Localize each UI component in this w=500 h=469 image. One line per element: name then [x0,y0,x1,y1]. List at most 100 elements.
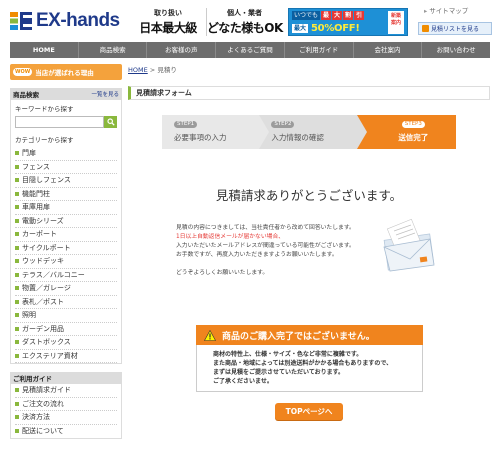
notice-body: 商材の特性上、仕様・サイズ・色など非常に複雑です。 また商品・地域によっては別途… [196,345,423,392]
bullet-icon [15,232,19,237]
discount-banner[interactable]: いつでも 最 大 割 引 最大 50%OFF! 新築 案内 [288,8,408,36]
reason-banner[interactable]: WOW 当店が選ばれる理由 [10,64,122,80]
envelope-illustration-icon [383,218,435,272]
category-item[interactable]: ウッドデッキ [15,255,117,269]
category-label-text: フェンス [22,162,50,171]
estimate-list-button[interactable]: 見積リストを見る [418,22,492,35]
tagline-2-small: 個人・業者 [227,9,262,17]
keyword-input[interactable] [15,116,104,128]
category-label-text: 照明 [22,311,36,320]
category-item[interactable]: サイクルポート [15,242,117,255]
bullet-icon [15,326,19,331]
nav-customer-voice[interactable]: お客様の声 [147,42,217,58]
thanks-heading: 見積請求ありがとうございます。 [215,188,403,203]
step-3-label: 送信完了 [398,133,429,142]
category-list: 門扉 フェンス 目隠しフェンス 機能門柱 車庫用扉 電動シリーズ カーポート サ… [15,147,117,363]
category-label-text: 物置／ガレージ [22,284,71,293]
category-item[interactable]: 目隠しフェンス [15,174,117,188]
sitemap-label: サイトマップ [429,7,469,15]
category-item[interactable]: 物置／ガレージ [15,282,117,296]
banner-char: 最 [321,11,332,20]
warning-icon [204,329,216,341]
notice-box: 商品のご購入完了ではございません。 商材の特性上、仕様・サイズ・色など非常に複雑… [196,325,423,392]
logo-mark-icon [10,12,32,30]
site-header: EX-hands 取り扱い 日本最大級 個人・業者 どなた様もOK いつでも 最… [0,0,500,42]
bullet-icon [15,353,19,358]
search-icon [106,118,115,126]
nav-contact[interactable]: お問い合わせ [422,42,490,58]
message-line: どうぞよろしくお願いいたします。 [176,270,269,277]
global-nav: HOME 商品検索 お客様の声 よくあるご質問 ご利用ガイド 会社案内 お問い合… [10,42,490,58]
nav-faq[interactable]: よくあるご質問 [216,42,285,58]
step-2-label: 入力情報の確認 [271,133,324,142]
category-label: カテゴリーから探す [15,136,74,144]
search-button[interactable] [104,116,117,128]
step-1: STEP1 必要事項の入力 [162,115,270,149]
banner-max: 最大 [292,24,309,33]
nav-company[interactable]: 会社案内 [354,42,423,58]
category-label-text: 電動シリーズ [22,216,64,225]
bullet-icon [15,191,19,196]
guide-item[interactable]: 決済方法 [15,411,117,425]
notice-line: まずは見積をご提示させていただいております。 [213,369,345,376]
guide-list: 見積請求ガイド ご注文の流れ 決済方法 配送について [15,384,117,438]
banner-char: 引 [354,11,365,20]
banner-char: 割 [343,11,354,20]
guide-item[interactable]: 見積請求ガイド [15,384,117,398]
banner-coupon: 新築 案内 [388,11,404,34]
category-item[interactable]: 車庫用扉 [15,201,117,215]
breadcrumb-home[interactable]: HOME [128,66,148,74]
category-label-text: 門扉 [22,149,36,158]
category-item[interactable]: テラス／バルコニー [15,269,117,282]
wow-badge: WOW [13,68,33,76]
bullet-icon [15,164,19,169]
top-page-button[interactable]: TOPページへ [275,403,343,420]
nav-product-search[interactable]: 商品検索 [79,42,148,58]
reason-text: 当店が選ばれる理由 [35,69,94,77]
category-item[interactable]: エクステリア資材 [15,350,117,363]
notice-line: また商品・地域によっては別途送料がかかる場合もありますので、 [213,360,393,367]
category-item[interactable]: フェンス [15,161,117,174]
message-line: 入力いただいたメールアドレスが間違っている可能性がございます。 [176,243,355,250]
guide-label: 見積請求ガイド [22,386,71,395]
category-label-text: ウッドデッキ [22,257,64,266]
notice-title: 商品のご購入完了ではございません。 [222,331,375,342]
nav-home[interactable]: HOME [10,42,79,58]
breadcrumb: HOME > 見積り [128,64,490,74]
product-search-title: 商品検索 [13,91,39,99]
breadcrumb-separator: > [147,66,158,74]
view-all-link[interactable]: 一覧を見る [91,90,119,98]
bullet-icon [15,401,19,406]
bullet-icon [15,340,19,345]
progress-steps: STEP1 必要事項の入力 STEP2 入力情報の確認 STEP3 送信完了 [162,115,456,149]
sidebar: WOW 当店が選ばれる理由 商品検索 一覧を見る キーワードから探す カテゴリー… [10,64,122,439]
keyword-label: キーワードから探す [15,105,74,113]
step-3: STEP3 送信完了 [356,115,456,149]
category-item[interactable]: 機能門柱 [15,188,117,201]
guide-item[interactable]: 配送について [15,425,117,439]
step-3-number: STEP3 [401,121,425,128]
category-label-text: 車庫用扉 [22,203,50,212]
category-item[interactable]: 表札／ポスト [15,296,117,309]
sitemap-link[interactable]: ▸ サイトマップ [424,5,468,15]
category-item[interactable]: ダストボックス [15,336,117,350]
keyword-search [15,116,117,128]
notice-line: 商材の特性上、仕様・サイズ・色など非常に複雑です。 [213,351,363,358]
category-item[interactable]: カーポート [15,228,117,242]
category-item[interactable]: 照明 [15,309,117,323]
category-item[interactable]: ガーデン用品 [15,323,117,336]
category-item[interactable]: 門扉 [15,147,117,161]
category-item[interactable]: 電動シリーズ [15,215,117,228]
header-tagline-1: 取り扱い 日本最大級 [138,8,198,36]
site-logo[interactable]: EX-hands [10,10,122,32]
bullet-icon [15,429,19,434]
guide-item[interactable]: ご注文の流れ [15,398,117,411]
bullet-icon [15,272,19,277]
message-line: 見積の内容につきましては、当社責任者から改めて回答いたします。 [176,225,355,231]
bullet-icon [15,259,19,264]
product-search-box: キーワードから探す カテゴリーから探す 門扉 フェンス 目隠しフェンス 機能門柱… [10,100,122,364]
nav-guide[interactable]: ご利用ガイド [285,42,354,58]
bullet-icon [15,218,19,223]
clipboard-icon [422,25,429,32]
bullet-icon [15,313,19,318]
